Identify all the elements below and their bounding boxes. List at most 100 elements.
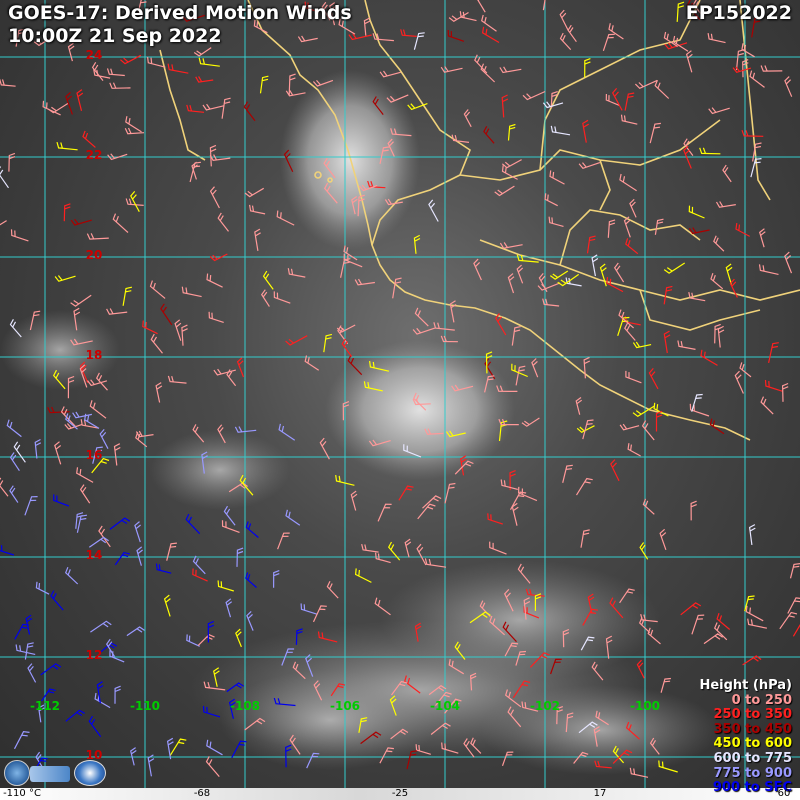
wind-barb: [400, 29, 417, 37]
wind-barb: [343, 253, 363, 268]
wind-barb: [607, 219, 616, 238]
wind-barb: [0, 220, 7, 226]
wind-barb: [297, 35, 318, 43]
wind-barb: [655, 410, 663, 432]
wind-barb: [688, 205, 705, 219]
lat-label: 20: [86, 248, 103, 262]
wind-barb: [480, 63, 496, 83]
wind-barb: [620, 114, 638, 125]
colorbar-tick-label: 17: [593, 788, 607, 799]
wind-barb: [487, 513, 503, 525]
wind-barb: [602, 33, 615, 51]
wind-barb: [734, 370, 744, 394]
wind-barb: [209, 186, 220, 209]
wind-barb: [186, 104, 205, 113]
wind-barb: [629, 198, 637, 218]
wind-barb: [167, 375, 187, 384]
wind-barb: [202, 103, 225, 111]
wind-barb: [160, 303, 173, 326]
wind-barb: [70, 294, 92, 307]
wind-barb: [13, 731, 30, 750]
wind-barb: [663, 285, 673, 305]
wind-barb: [198, 57, 220, 67]
wind-barb: [499, 66, 522, 74]
wind-barb: [717, 325, 725, 348]
wind-barb: [27, 663, 37, 683]
wind-barb: [113, 443, 121, 466]
wind-barb: [481, 14, 497, 32]
map-datetime: 10:00Z 21 Sep 2022: [8, 25, 222, 47]
wind-barb: [688, 227, 710, 235]
wind-barb: [516, 264, 524, 284]
wind-barb: [417, 503, 436, 520]
wind-barb: [677, 340, 696, 350]
wind-barb: [254, 228, 261, 251]
wind-barb: [235, 628, 242, 648]
wind-barb: [582, 119, 590, 143]
wind-barb: [617, 316, 630, 336]
wind-barb: [337, 325, 349, 345]
wind-barb: [580, 529, 590, 548]
wind-barb: [99, 429, 109, 449]
cloud-layer: [0, 70, 720, 775]
wind-barb: [193, 47, 212, 57]
wind-barb: [422, 495, 442, 509]
lat-label: 24: [86, 48, 103, 62]
wind-barb: [700, 349, 718, 366]
wind-barb: [363, 17, 371, 36]
legend-level: 350 to 450: [713, 721, 792, 737]
wind-barb: [167, 63, 189, 74]
wind-barb: [708, 107, 730, 115]
wind-barb: [713, 235, 725, 252]
colorbar-tick-label: 60: [777, 788, 791, 799]
wind-barb: [217, 580, 234, 592]
wind-barb: [424, 558, 447, 568]
wind-barb: [88, 536, 109, 548]
wind-barb: [285, 509, 301, 526]
wind-barb: [625, 238, 639, 255]
wind-barb: [632, 341, 652, 349]
wind-barb: [781, 382, 789, 402]
wind-barb: [72, 411, 93, 419]
map-title: GOES-17: Derived Motion Winds: [8, 2, 352, 24]
cira-logo-text: [30, 766, 70, 782]
wind-barb: [404, 538, 412, 558]
wind-barb: [192, 568, 208, 582]
wind-barb: [63, 203, 71, 222]
wind-barb: [745, 605, 764, 622]
wind-barb: [304, 355, 320, 371]
wind-barb: [262, 270, 274, 290]
wind-barb: [481, 26, 500, 44]
wind-barb: [243, 101, 256, 122]
wind-barb: [648, 368, 659, 390]
wind-barb: [225, 598, 233, 618]
wind-barb: [56, 141, 78, 151]
wind-barb: [354, 278, 375, 286]
wind-barb: [725, 263, 733, 285]
wind-barb: [575, 477, 593, 496]
wind-barb: [197, 633, 215, 646]
legend-level: 775 to 900: [713, 765, 792, 781]
wind-barb: [507, 123, 516, 141]
wind-barb: [531, 358, 539, 378]
wind-barb: [499, 242, 523, 249]
wind-barb: [76, 467, 94, 483]
wind-barb: [729, 278, 738, 298]
wind-barb: [619, 423, 640, 431]
wind-barb: [278, 423, 296, 441]
wind-barb: [9, 485, 19, 503]
wind-barb: [186, 634, 200, 647]
legend-title: Height (hPa): [699, 678, 792, 693]
wind-barb: [449, 300, 457, 323]
wind-barb: [206, 739, 223, 756]
wind-barb: [627, 443, 641, 457]
wind-barb: [205, 756, 220, 777]
wind-barb: [125, 116, 142, 133]
lon-label: -112: [30, 699, 60, 713]
legend-level: 600 to 775: [713, 750, 792, 766]
wind-barb: [501, 94, 509, 118]
wind-barb: [562, 464, 573, 483]
wind-barb: [549, 170, 565, 185]
wind-barb: [163, 594, 171, 617]
wind-barb: [477, 0, 486, 13]
